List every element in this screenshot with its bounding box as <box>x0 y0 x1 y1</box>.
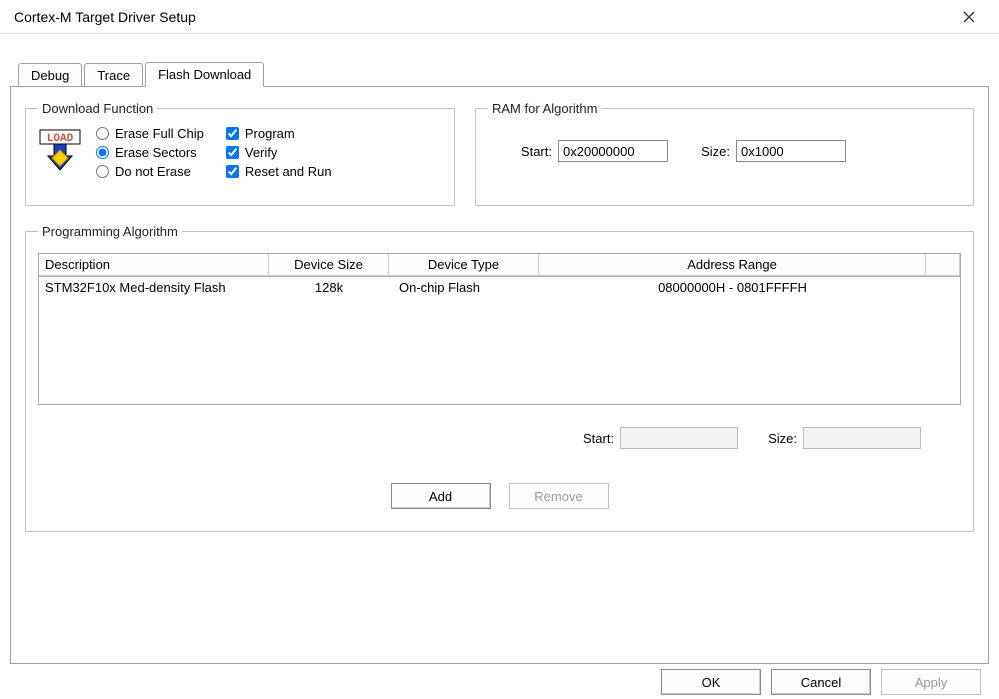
group-ram-for-algorithm: RAM for Algorithm Start: Size: <box>475 101 974 206</box>
algo-table[interactable]: Description Device Size Device Type Addr… <box>38 253 961 405</box>
check-program-label: Program <box>245 126 295 141</box>
tabstrip: Debug Trace Flash Download <box>18 58 989 86</box>
algo-table-header: Description Device Size Device Type Addr… <box>39 254 960 277</box>
tab-flash-download[interactable]: Flash Download <box>145 62 264 87</box>
svg-text:LOAD: LOAD <box>47 133 74 145</box>
radio-erase-sectors-label: Erase Sectors <box>115 145 197 160</box>
algo-start-input[interactable] <box>620 427 738 449</box>
load-icon: LOAD <box>38 128 82 172</box>
tab-page-flash-download: Download Function LOAD Erase Full Chip <box>10 86 989 664</box>
col-device-type[interactable]: Device Type <box>389 254 539 276</box>
close-icon <box>963 11 975 23</box>
col-padding <box>926 254 960 276</box>
check-reset-and-run-label: Reset and Run <box>245 164 332 179</box>
ram-size-input[interactable] <box>736 140 846 162</box>
remove-button[interactable]: Remove <box>509 483 609 509</box>
radio-erase-full-chip-label: Erase Full Chip <box>115 126 204 141</box>
window-titlebar: Cortex-M Target Driver Setup <box>0 0 999 34</box>
radio-erase-sectors[interactable]: Erase Sectors <box>96 145 204 160</box>
cell-address-range: 08000000H - 0801FFFFH <box>539 277 926 298</box>
window-title: Cortex-M Target Driver Setup <box>14 9 196 25</box>
check-reset-and-run-input[interactable] <box>226 165 239 178</box>
ram-start-label: Start: <box>508 144 552 159</box>
table-row[interactable]: STM32F10x Med-density Flash 128k On-chip… <box>39 277 960 298</box>
window-close-button[interactable] <box>949 2 989 32</box>
radio-do-not-erase-label: Do not Erase <box>115 164 191 179</box>
check-program[interactable]: Program <box>226 126 332 141</box>
cell-device-size: 128k <box>269 277 389 298</box>
group-programming-algorithm: Programming Algorithm Description Device… <box>25 224 974 532</box>
cell-description: STM32F10x Med-density Flash <box>39 277 269 298</box>
check-reset-and-run[interactable]: Reset and Run <box>226 164 332 179</box>
radio-do-not-erase-input[interactable] <box>96 165 109 178</box>
group-download-function-legend: Download Function <box>38 101 157 116</box>
group-ram-legend: RAM for Algorithm <box>488 101 601 116</box>
tab-debug[interactable]: Debug <box>18 63 82 87</box>
radio-erase-sectors-input[interactable] <box>96 146 109 159</box>
dialog-button-row: OK Cancel Apply <box>661 669 981 695</box>
radio-erase-full-chip-input[interactable] <box>96 127 109 140</box>
tab-trace[interactable]: Trace <box>84 63 143 87</box>
apply-button[interactable]: Apply <box>881 669 981 695</box>
ok-button[interactable]: OK <box>661 669 761 695</box>
col-address-range[interactable]: Address Range <box>539 254 926 276</box>
check-verify-label: Verify <box>245 145 278 160</box>
algo-size-input[interactable] <box>803 427 921 449</box>
col-description[interactable]: Description <box>39 254 269 276</box>
add-button[interactable]: Add <box>391 483 491 509</box>
algo-size-label: Size: <box>768 431 797 446</box>
group-algo-legend: Programming Algorithm <box>38 224 182 239</box>
ram-size-label: Size: <box>692 144 730 159</box>
cancel-button[interactable]: Cancel <box>771 669 871 695</box>
algo-start-label: Start: <box>583 431 614 446</box>
radio-do-not-erase[interactable]: Do not Erase <box>96 164 204 179</box>
radio-erase-full-chip[interactable]: Erase Full Chip <box>96 126 204 141</box>
check-verify[interactable]: Verify <box>226 145 332 160</box>
check-program-input[interactable] <box>226 127 239 140</box>
col-device-size[interactable]: Device Size <box>269 254 389 276</box>
cell-device-type: On-chip Flash <box>389 277 539 298</box>
ram-start-input[interactable] <box>558 140 668 162</box>
group-download-function: Download Function LOAD Erase Full Chip <box>25 101 455 206</box>
check-verify-input[interactable] <box>226 146 239 159</box>
